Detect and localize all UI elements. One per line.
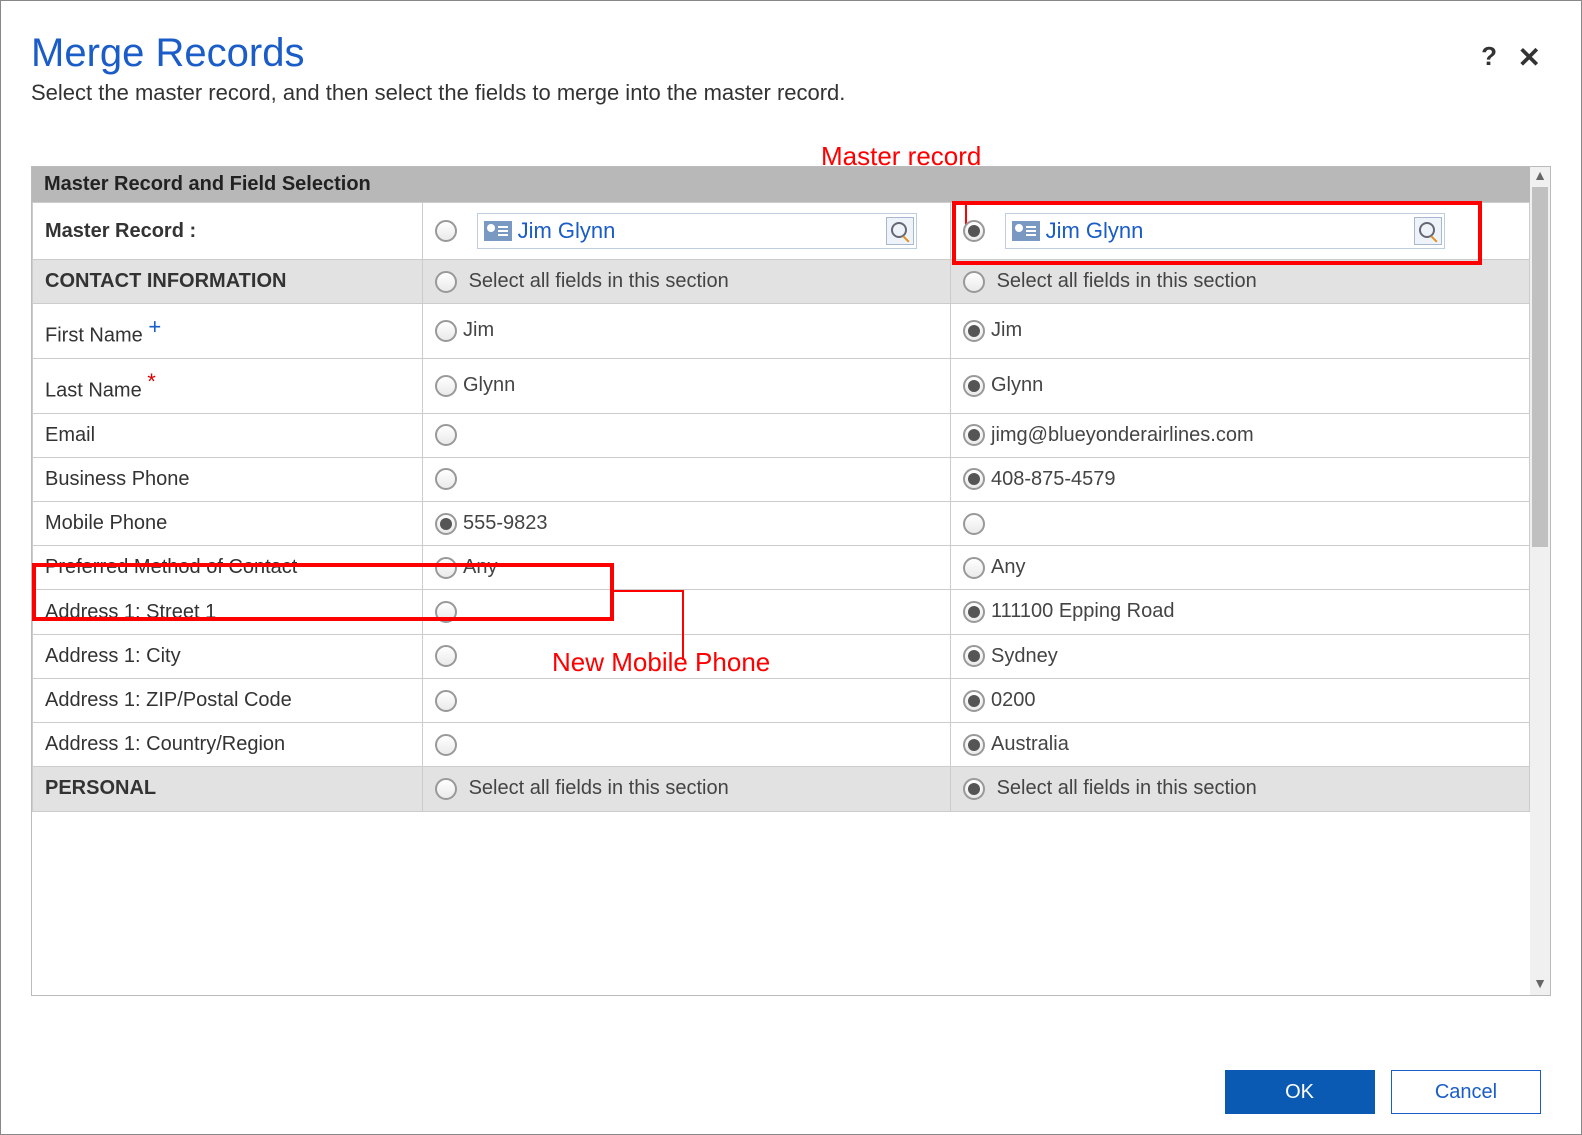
field-label: Address 1: City (33, 634, 423, 678)
field-row: Business Phone 408-875-4579 (33, 457, 1530, 501)
lookup-search-icon[interactable] (886, 217, 914, 245)
select-all-b-label: Select all fields in this section (997, 270, 1257, 292)
record-a-lookup[interactable]: Jim Glynn (477, 213, 917, 249)
field-value-a: Any (463, 556, 497, 578)
field-value-b: 408-875-4579 (991, 468, 1116, 490)
field-label: Mobile Phone (33, 501, 423, 545)
vertical-scrollbar[interactable]: ▲ ▼ (1530, 167, 1550, 995)
field-radio-a[interactable] (435, 557, 457, 579)
field-radio-b[interactable] (963, 690, 985, 712)
master-record-radio-b[interactable] (963, 220, 985, 242)
field-value-b: 111100 Epping Road (991, 601, 1175, 623)
annotation-mobile-phone-label: New Mobile Phone (552, 647, 770, 678)
dialog-footer: OK Cancel (1213, 1070, 1541, 1114)
field-value-b: 0200 (991, 689, 1036, 711)
help-icon[interactable]: ? (1481, 41, 1497, 72)
select-all-a-label: Select all fields in this section (469, 270, 729, 292)
select-all-b-radio[interactable] (963, 271, 985, 293)
field-label: Address 1: ZIP/Postal Code (33, 678, 423, 722)
field-radio-b[interactable] (963, 320, 985, 342)
merge-records-dialog: Merge Records Select the master record, … (0, 0, 1582, 1135)
master-record-row: Master Record : Jim Glynn Jim (33, 203, 1530, 260)
merge-grid: Master Record : Jim Glynn Jim (32, 202, 1530, 812)
section-title: PERSONAL (33, 767, 423, 811)
field-value-b: Any (991, 556, 1025, 578)
field-value-b: Jim (991, 320, 1022, 342)
field-radio-b[interactable] (963, 375, 985, 397)
field-row: Preferred Method of Contact Any Any (33, 546, 1530, 590)
annotation-mobile-phone-line-h (614, 590, 684, 592)
ok-button[interactable]: OK (1225, 1070, 1375, 1114)
field-radio-a[interactable] (435, 734, 457, 756)
select-all-a-label: Select all fields in this section (469, 778, 729, 800)
field-label: Preferred Method of Contact (33, 546, 423, 590)
field-label: Last Name * (33, 358, 423, 413)
field-row: Mobile Phone 555-9823 (33, 501, 1530, 545)
scroll-thumb[interactable] (1532, 187, 1548, 547)
section-header-row: CONTACT INFORMATION Select all fields in… (33, 260, 1530, 304)
field-radio-a[interactable] (435, 690, 457, 712)
required-mandatory-icon: * (147, 369, 156, 394)
field-label: Address 1: Street 1 (33, 590, 423, 634)
section-header-row: PERSONAL Select all fields in this secti… (33, 767, 1530, 811)
field-label: First Name + (33, 304, 423, 359)
contact-card-icon (484, 221, 512, 241)
section-title: CONTACT INFORMATION (33, 260, 423, 304)
grid-header: Master Record and Field Selection (32, 167, 1530, 202)
record-a-name: Jim Glynn (518, 218, 886, 244)
field-label: Email (33, 413, 423, 457)
select-all-a-radio[interactable] (435, 271, 457, 293)
grid-scroll-area: Master Record and Field Selection Master… (31, 166, 1551, 996)
lookup-search-icon[interactable] (1414, 217, 1442, 245)
select-all-b-radio[interactable] (963, 778, 985, 800)
field-radio-b[interactable] (963, 468, 985, 490)
close-icon[interactable]: ✕ (1518, 41, 1541, 74)
field-radio-a[interactable] (435, 645, 457, 667)
record-b-name: Jim Glynn (1046, 218, 1414, 244)
field-radio-a[interactable] (435, 468, 457, 490)
scroll-up-arrow[interactable]: ▲ (1530, 167, 1550, 187)
field-value-b: Glynn (991, 374, 1043, 396)
cancel-button[interactable]: Cancel (1391, 1070, 1541, 1114)
field-radio-b[interactable] (963, 645, 985, 667)
field-radio-a[interactable] (435, 601, 457, 623)
master-record-label: Master Record : (45, 220, 196, 242)
scroll-down-arrow[interactable]: ▼ (1530, 975, 1550, 995)
field-radio-b[interactable] (963, 601, 985, 623)
field-row: Address 1: Country/Region Australia (33, 723, 1530, 767)
field-value-a: Jim (463, 320, 494, 342)
field-radio-b[interactable] (963, 557, 985, 579)
field-row: Address 1: Street 1 111100 Epping Road (33, 590, 1530, 634)
field-row: Address 1: City Sydney (33, 634, 1530, 678)
field-radio-b[interactable] (963, 424, 985, 446)
field-value-a: Glynn (463, 374, 515, 396)
field-value-b: Sydney (991, 645, 1058, 667)
field-radio-a[interactable] (435, 513, 457, 535)
select-all-a-radio[interactable] (435, 778, 457, 800)
record-b-lookup[interactable]: Jim Glynn (1005, 213, 1445, 249)
field-radio-a[interactable] (435, 320, 457, 342)
field-row: Last Name * Glynn Glynn (33, 358, 1530, 413)
field-row: Email jimg@blueyonderairlines.com (33, 413, 1530, 457)
field-value-a: 555-9823 (463, 512, 548, 534)
field-row: Address 1: ZIP/Postal Code 0200 (33, 678, 1530, 722)
dialog-subtitle: Select the master record, and then selec… (31, 80, 1551, 106)
required-recommended-icon: + (148, 314, 161, 339)
field-row: First Name + Jim Jim (33, 304, 1530, 359)
select-all-b-label: Select all fields in this section (997, 778, 1257, 800)
field-label: Business Phone (33, 457, 423, 501)
field-radio-b[interactable] (963, 513, 985, 535)
field-value-b: jimg@blueyonderairlines.com (991, 424, 1254, 446)
field-label: Address 1: Country/Region (33, 723, 423, 767)
contact-card-icon (1012, 221, 1040, 241)
master-record-radio-a[interactable] (435, 220, 457, 242)
field-radio-b[interactable] (963, 734, 985, 756)
field-value-b: Australia (991, 733, 1069, 755)
field-radio-a[interactable] (435, 375, 457, 397)
field-radio-a[interactable] (435, 424, 457, 446)
dialog-title: Merge Records (31, 31, 1551, 76)
